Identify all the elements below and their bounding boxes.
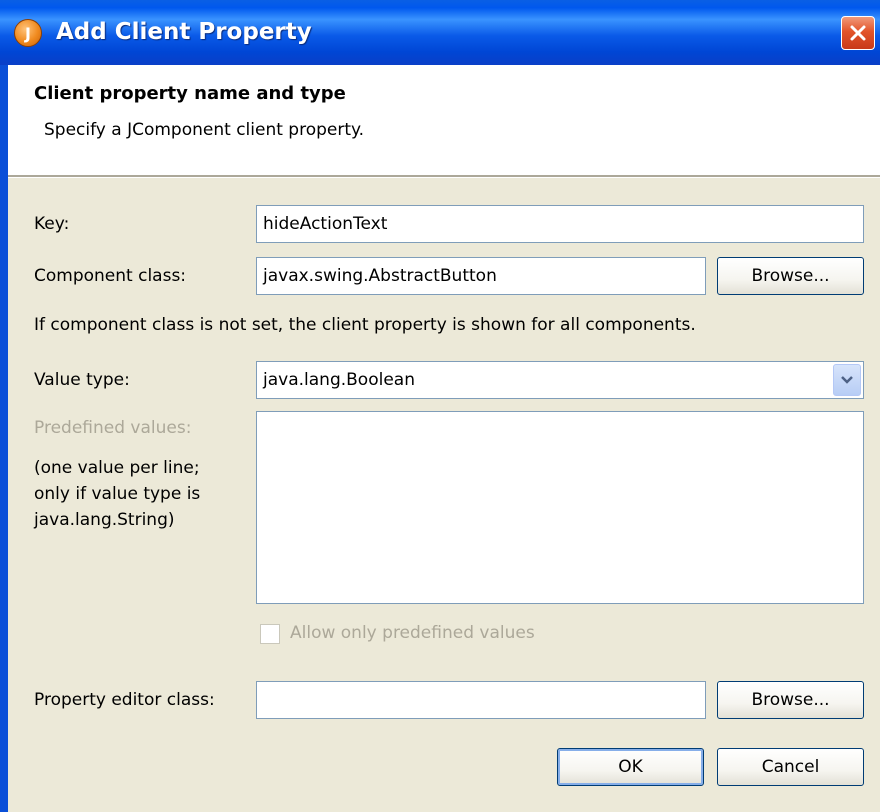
value-type-label: Value type: — [34, 370, 130, 390]
component-class-label: Component class: — [34, 266, 187, 286]
component-class-note: If component class is not set, the clien… — [34, 315, 696, 335]
component-class-browse-button[interactable]: Browse... — [717, 257, 864, 295]
predefined-help-line-2: only if value type is — [34, 484, 201, 504]
header-description: Specify a JComponent client property. — [44, 120, 365, 140]
window-title: Add Client Property — [56, 19, 312, 45]
allow-only-predefined-checkbox[interactable] — [260, 624, 280, 644]
window-border — [0, 65, 8, 812]
chevron-down-icon — [841, 376, 853, 384]
key-input[interactable]: hideActionText — [256, 205, 864, 243]
key-label: Key: — [34, 214, 70, 234]
app-icon: J — [14, 19, 42, 47]
ok-button[interactable]: OK — [557, 748, 704, 786]
title-bar[interactable]: J Add Client Property — [0, 0, 880, 65]
close-icon — [850, 25, 866, 41]
property-editor-class-label: Property editor class: — [34, 690, 215, 710]
header-panel: Client property name and type Specify a … — [8, 65, 880, 175]
component-class-input[interactable]: javax.swing.AbstractButton — [256, 257, 706, 295]
allow-only-predefined-label: Allow only predefined values — [290, 623, 535, 643]
predefined-help-line-3: java.lang.String) — [34, 510, 175, 530]
predefined-values-textarea[interactable] — [256, 411, 864, 604]
predefined-help-line-1: (one value per line; — [34, 458, 200, 478]
close-button[interactable] — [841, 16, 875, 50]
form-panel: Key: hideActionText Component class: jav… — [8, 178, 880, 812]
property-editor-browse-button[interactable]: Browse... — [717, 681, 864, 719]
header-title: Client property name and type — [34, 83, 346, 104]
dropdown-button[interactable] — [833, 364, 861, 396]
property-editor-class-input[interactable] — [256, 681, 706, 719]
predefined-values-label: Predefined values: — [34, 418, 192, 438]
cancel-button[interactable]: Cancel — [717, 748, 864, 786]
value-type-select[interactable]: java.lang.Boolean — [256, 361, 864, 399]
value-type-selected: java.lang.Boolean — [263, 370, 415, 390]
